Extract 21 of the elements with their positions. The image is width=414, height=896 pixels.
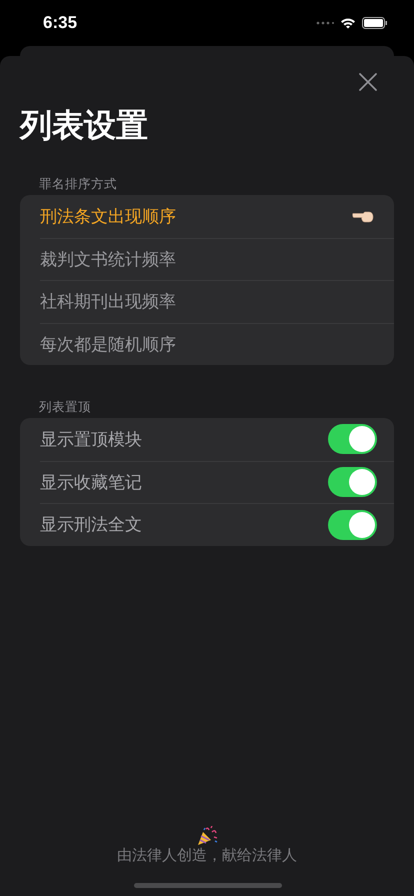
toggle-label: 显示置顶模块	[40, 428, 142, 451]
section-header: 列表置顶	[38, 399, 92, 416]
toggle-switch[interactable]	[328, 510, 377, 540]
signal-icon	[316, 21, 334, 25]
sort-option[interactable]: 刑法条文出现顺序	[40, 195, 394, 238]
pointing-hand-icon	[352, 209, 374, 224]
section-header: 罪名排序方式	[38, 176, 118, 193]
toggle-label: 显示刑法全文	[40, 514, 142, 536]
sort-option[interactable]: 每次都是随机顺序	[40, 322, 394, 365]
footer-text: 由法律人创造，献给法律人	[117, 846, 297, 865]
wifi-icon	[340, 17, 356, 29]
page-title: 列表设置	[20, 105, 149, 146]
status-time: 6:35	[43, 13, 78, 33]
close-button[interactable]	[358, 72, 378, 92]
battery-icon	[362, 17, 388, 29]
party-popper-icon	[196, 826, 218, 846]
toggle-switch[interactable]	[328, 467, 377, 498]
sort-option[interactable]: 社科期刊出现频率	[40, 280, 394, 322]
toggle-label: 显示收藏笔记	[40, 472, 142, 494]
sort-option[interactable]: 裁判文书统计频率	[40, 238, 394, 280]
toggle-switch[interactable]	[328, 424, 377, 454]
